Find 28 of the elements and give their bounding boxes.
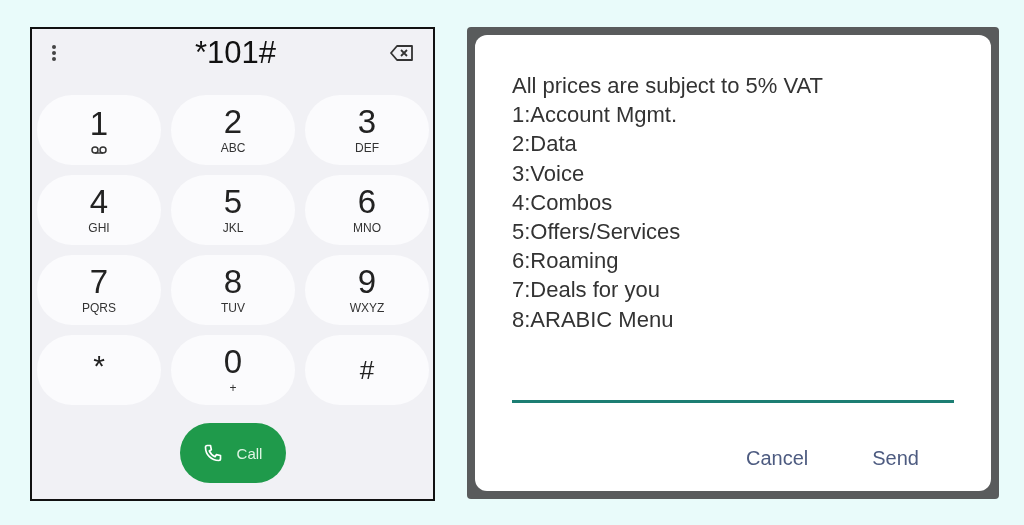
menu-text: 6:Roaming (512, 247, 620, 276)
backspace-icon[interactable] (390, 45, 414, 61)
dial-key[interactable]: 5 JKL (171, 175, 295, 245)
menu-text: 7:Deals for you (512, 276, 661, 305)
menu-text: 2:Data (512, 130, 578, 159)
dialog-button[interactable]: Send (864, 442, 927, 474)
voicemail-icon (91, 145, 107, 154)
menu-text: 3:Voice (512, 159, 586, 188)
menu-text: All prices are subject to 5% VAT (512, 72, 824, 100)
dialed-number: *101# (195, 35, 276, 71)
dial-key[interactable]: # (305, 335, 429, 405)
phone-icon (202, 443, 223, 463)
dial-key[interactable]: 0 + (171, 335, 295, 405)
menu-text: 4:Combos (512, 188, 614, 217)
dial-key[interactable]: 9 WXYZ (305, 255, 429, 325)
more-options-icon[interactable] (51, 44, 57, 62)
dial-key[interactable]: 1 (37, 95, 161, 165)
dial-key[interactable]: * (37, 335, 161, 405)
dial-key[interactable]: 7 PQRS (37, 255, 161, 325)
dial-key[interactable]: 3 DEF (305, 95, 429, 165)
menu-text: 5:Offers/Services (512, 218, 682, 246)
dialog-button[interactable]: Cancel (738, 442, 817, 474)
dial-key[interactable]: 4 GHI (37, 175, 161, 245)
menu-text: 1:Account Mgmt. (512, 101, 679, 130)
dial-key[interactable]: 2 ABC (171, 95, 295, 165)
dial-key[interactable]: 8 TUV (171, 255, 295, 325)
dial-key[interactable]: 6 MNO (305, 175, 429, 245)
menu-text: 8:ARABIC Menu (512, 305, 675, 334)
